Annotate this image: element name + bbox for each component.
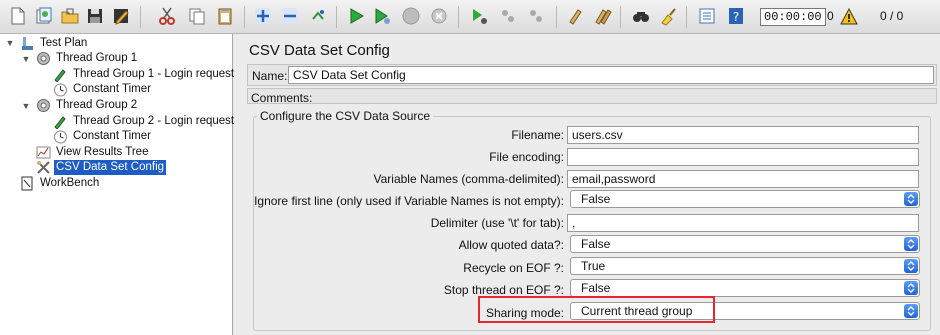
- ignore-first-line-select[interactable]: False: [570, 190, 920, 208]
- search-icon[interactable]: [630, 5, 652, 27]
- stop-thread-eof-label: Stop thread on EOF ?:: [443, 283, 564, 297]
- templates-icon[interactable]: [33, 5, 55, 27]
- tree-item-constant-timer-2[interactable]: Constant Timer: [53, 128, 153, 144]
- stop-icon[interactable]: [400, 5, 422, 27]
- config-icon: [36, 160, 51, 175]
- shutdown-icon[interactable]: [428, 5, 450, 27]
- test-plan-icon: [20, 36, 35, 51]
- ignore-first-line-label: Ignore first line (only used if Variable…: [254, 194, 564, 208]
- elapsed-time: 00:00:00: [760, 8, 826, 26]
- comments-label: Comments:: [251, 91, 313, 105]
- tree-item-login-request-2[interactable]: Thread Group 2 - Login request: [53, 113, 236, 129]
- tree-item-login-request-1[interactable]: Thread Group 1 - Login request: [53, 66, 236, 82]
- listener-icon: [36, 145, 51, 160]
- clear-all-icon[interactable]: [592, 5, 614, 27]
- start-no-pauses-icon[interactable]: [371, 5, 393, 27]
- paste-icon[interactable]: [214, 5, 236, 27]
- svg-text:?: ?: [733, 10, 739, 24]
- copy-icon[interactable]: [186, 5, 208, 27]
- save-icon[interactable]: [84, 5, 106, 27]
- remote-stop-icon[interactable]: [497, 5, 519, 27]
- toggle-icon[interactable]: [307, 5, 329, 27]
- delimiter-field[interactable]: ,: [567, 214, 919, 232]
- workbench-icon: [20, 176, 35, 191]
- toolbar: ? 00:00:00 0 0 / 0: [0, 0, 940, 34]
- tree-item-view-results-tree[interactable]: View Results Tree: [36, 144, 150, 160]
- remote-exit-icon[interactable]: [525, 5, 547, 27]
- cut-icon[interactable]: [156, 5, 178, 27]
- sampler-icon: [53, 114, 68, 129]
- help-icon[interactable]: ?: [725, 5, 747, 27]
- test-plan-tree: ▼ Test Plan ▼ Thread Group 1 Thread Grou…: [0, 34, 236, 335]
- panel-title: CSV Data Set Config: [249, 42, 390, 59]
- new-document-icon[interactable]: [7, 5, 29, 27]
- variable-names-field[interactable]: email,password: [567, 170, 919, 188]
- collapse-all-icon[interactable]: [279, 5, 301, 27]
- filename-label: Filename:: [511, 128, 564, 142]
- recycle-eof-label: Recycle on EOF ?:: [463, 261, 564, 275]
- chevron-updown-icon: [904, 192, 918, 206]
- tree-item-workbench[interactable]: WorkBench: [20, 175, 101, 191]
- recycle-eof-select[interactable]: True: [570, 257, 920, 275]
- clear-icon[interactable]: [565, 5, 587, 27]
- tree-item-constant-timer-1[interactable]: Constant Timer: [53, 81, 153, 97]
- chevron-updown-icon: [904, 237, 918, 251]
- tree-item-csv-data-set-config[interactable]: CSV Data Set Config: [36, 159, 167, 175]
- comments-field[interactable]: [312, 89, 934, 103]
- reset-search-icon[interactable]: [657, 5, 679, 27]
- delimiter-label: Delimiter (use '\t' for tab):: [430, 216, 564, 230]
- start-icon[interactable]: [345, 5, 367, 27]
- warning-icon[interactable]: [838, 6, 860, 28]
- save-as-icon[interactable]: [110, 5, 132, 27]
- chevron-updown-icon: [904, 304, 918, 318]
- expand-triangle-icon[interactable]: ▼: [21, 101, 31, 111]
- thread-group-icon: [36, 98, 51, 113]
- name-label: Name:: [252, 69, 288, 83]
- encoding-field[interactable]: [567, 148, 919, 166]
- name-field[interactable]: CSV Data Set Config: [288, 66, 934, 84]
- function-helper-icon[interactable]: [696, 5, 718, 27]
- allow-quoted-select[interactable]: False: [570, 235, 920, 253]
- thread-group-icon: [36, 51, 51, 66]
- expand-triangle-icon[interactable]: ▼: [5, 38, 15, 48]
- allow-quoted-label: Allow quoted data?:: [458, 238, 564, 252]
- tree-item-thread-group-2[interactable]: Thread Group 2: [36, 97, 139, 113]
- chevron-updown-icon: [904, 281, 918, 295]
- remote-start-icon[interactable]: [468, 5, 490, 27]
- chevron-updown-icon: [904, 259, 918, 273]
- sampler-icon: [53, 67, 68, 82]
- open-folder-icon[interactable]: [59, 5, 81, 27]
- stop-thread-eof-select[interactable]: False: [570, 279, 920, 297]
- error-count: 0: [827, 9, 834, 23]
- encoding-label: File encoding:: [489, 150, 564, 164]
- variable-names-label: Variable Names (comma-delimited):: [373, 172, 565, 186]
- group-title: Configure the CSV Data Source: [257, 109, 434, 123]
- active-threads: 0 / 0: [880, 9, 904, 23]
- timer-icon: [53, 82, 68, 97]
- config-panel: CSV Data Set Config Name: CSV Data Set C…: [234, 34, 940, 335]
- expand-all-icon[interactable]: [252, 5, 274, 27]
- expand-triangle-icon[interactable]: ▼: [21, 54, 31, 64]
- timer-icon: [53, 129, 68, 144]
- tree-item-test-plan[interactable]: Test Plan: [20, 35, 89, 51]
- tree-item-thread-group-1[interactable]: Thread Group 1: [36, 50, 139, 66]
- filename-field[interactable]: users.csv: [567, 126, 919, 144]
- sharing-mode-highlight: [478, 296, 715, 323]
